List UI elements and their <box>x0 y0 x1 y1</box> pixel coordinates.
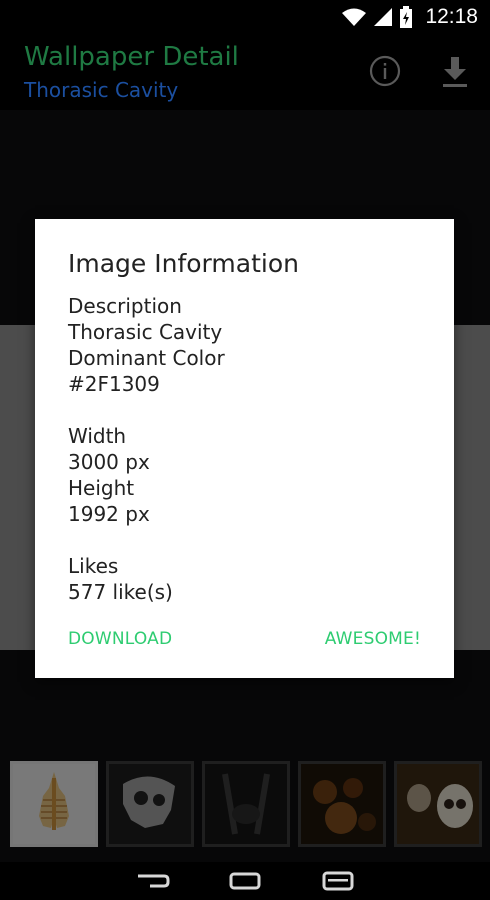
width-label: Width <box>68 424 127 448</box>
description-value: Thorasic Cavity <box>68 320 223 344</box>
download-icon[interactable] <box>438 54 472 90</box>
screen: 12:18 Wallpaper Detail Thorasic Cavity I… <box>0 0 490 900</box>
likes-label: Likes <box>68 554 119 578</box>
app-subtitle: Thorasic Cavity <box>24 78 179 102</box>
app-title: Wallpaper Detail <box>24 42 239 72</box>
width-value: 3000 px <box>68 450 150 474</box>
status-icons: 12:18 <box>341 4 478 30</box>
recents-icon[interactable] <box>316 868 360 894</box>
awesome-button[interactable]: AWESOME! <box>325 629 421 649</box>
navigation-bar <box>0 862 490 900</box>
signal-icon <box>374 8 393 26</box>
info-icon[interactable] <box>368 54 402 88</box>
description-label: Description <box>68 294 182 318</box>
download-button[interactable]: DOWNLOAD <box>68 629 172 649</box>
wifi-icon <box>342 8 367 26</box>
status-bar: 12:18 <box>0 0 490 34</box>
back-icon[interactable] <box>130 868 174 894</box>
height-label: Height <box>68 476 135 500</box>
dialog-body: Description Thorasic Cavity Dominant Col… <box>68 293 225 605</box>
battery-icon <box>400 6 413 28</box>
clock: 12:18 <box>425 5 478 28</box>
likes-value: 577 like(s) <box>68 580 173 604</box>
dialog-title: Image Information <box>68 249 299 278</box>
height-value: 1992 px <box>68 502 150 526</box>
home-icon[interactable] <box>223 868 267 894</box>
dominant-color-value: #2F1309 <box>68 372 160 396</box>
image-info-dialog: Image Information Description Thorasic C… <box>35 219 454 678</box>
app-bar: Wallpaper Detail Thorasic Cavity <box>0 34 490 110</box>
dominant-color-label: Dominant Color <box>68 346 225 370</box>
